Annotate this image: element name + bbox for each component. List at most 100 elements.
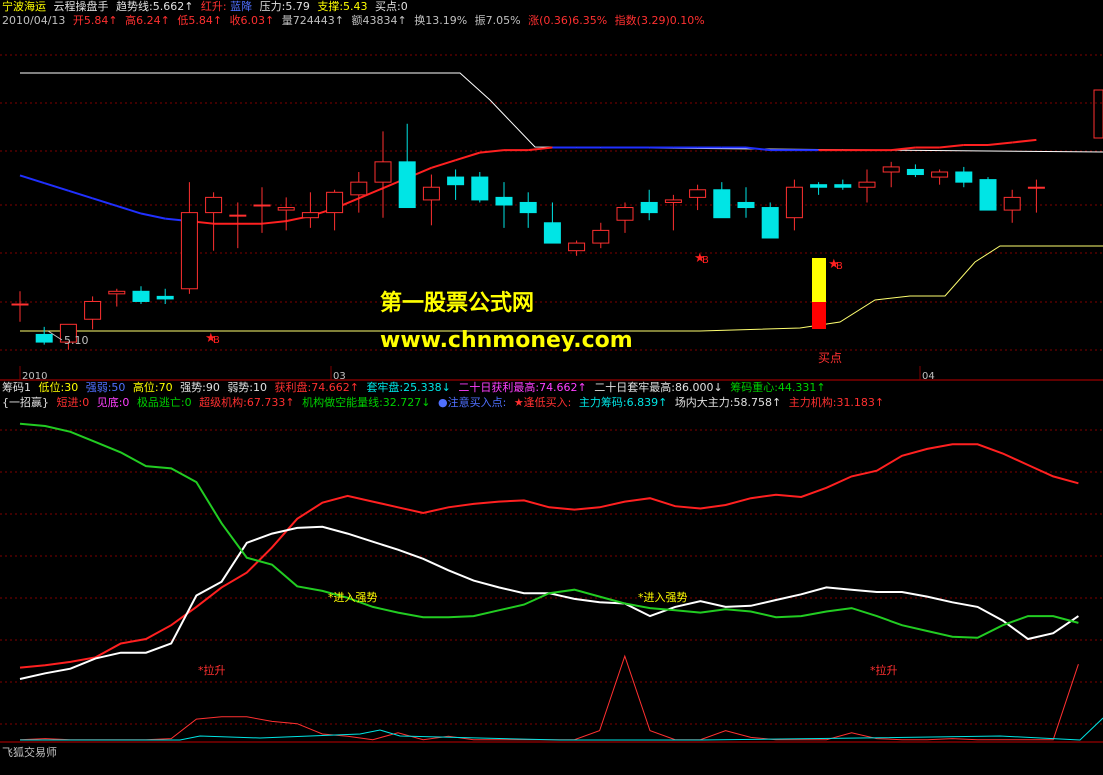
chips-max-profit: 二十日获利最高:74.662↑	[458, 381, 587, 394]
quote-change: 涨(0.36)6.35%	[528, 14, 608, 27]
trend-segment	[116, 204, 142, 215]
indicator-line	[19, 654, 1079, 741]
indicator-line	[19, 443, 1079, 669]
quote-turnover: 换13.19%	[414, 14, 468, 27]
stock-name[interactable]: 宁波海运	[2, 0, 46, 13]
main-chips: 主力筹码:6.839↑	[578, 396, 668, 409]
quote-date: 2010/04/13	[2, 14, 66, 27]
indicator-line	[19, 525, 1079, 680]
candle-body	[713, 189, 731, 219]
candle-body	[277, 207, 295, 211]
candle-body	[810, 184, 828, 188]
candle-body	[906, 168, 924, 176]
buy-star-label: B	[213, 335, 220, 346]
trend-segment	[140, 212, 166, 220]
edge-candle	[1093, 89, 1103, 139]
main-grid	[0, 54, 1103, 351]
header-bar: 宁波海运 云程操盘手 趋势线:5.662↑ 红升: 蓝降 压力:5.79 支撑:…	[2, 0, 412, 14]
candle-body	[205, 196, 223, 214]
quote-close: 收6.03↑	[229, 14, 275, 27]
chips-max-trapped: 二十日套牢最高:86.000↓	[594, 381, 723, 394]
candle-body	[374, 161, 392, 183]
support-value: 支撑:5.43	[317, 0, 368, 13]
candle-body	[253, 204, 271, 207]
indicator-line	[19, 422, 1079, 639]
chips-bar: 筹码1 低位:30 强弱:50 高位:70 强势:90 弱势:10 获利盘:74…	[2, 381, 830, 395]
trend-segment	[891, 146, 916, 152]
candle-body	[882, 166, 900, 173]
see-bottom: 见底:0	[96, 396, 130, 409]
red-rise-label: 红升:	[200, 0, 227, 13]
chips-strong: 强势:90	[180, 381, 220, 394]
candle-body	[834, 184, 852, 188]
x-tick-label: 04	[922, 371, 935, 382]
quote-open: 开5.84↑	[72, 14, 118, 27]
candle-body	[326, 191, 344, 214]
chips-low: 低位:30	[38, 381, 79, 394]
candle-body	[543, 222, 561, 244]
candle-body	[616, 207, 634, 221]
candle-body	[447, 176, 465, 186]
candle-body	[229, 214, 247, 217]
candle-body	[979, 179, 997, 211]
trend-segment	[745, 146, 771, 152]
chips-trapped: 套牢盘:25.338↓	[366, 381, 451, 394]
indicator-annotation: *拉升	[198, 663, 226, 677]
buy-point-label: 买点	[818, 351, 842, 365]
candle-body	[471, 176, 489, 201]
main-inst: 主力机构:31.183↑	[788, 396, 885, 409]
quote-index: 指数(3.29)0.10%	[614, 14, 705, 27]
candle-body	[785, 186, 803, 219]
watermark-title: 第一股票公式网	[380, 291, 535, 316]
chips-label[interactable]: 筹码1	[2, 381, 31, 394]
watermark-url: www.chnmoney.com	[380, 328, 633, 353]
candle-body	[592, 229, 610, 244]
pressure-value: 压力:5.79	[259, 0, 310, 13]
chips-center: 筹码重心:44.331↑	[730, 381, 826, 394]
trend-segment	[261, 220, 287, 225]
candle-body	[737, 201, 755, 209]
candle-body	[640, 201, 658, 214]
main-annotations: 买点★B★B ★B5.10	[47, 89, 1103, 365]
indicator-series	[19, 422, 1103, 741]
inst-short: 机构做空能量线:32.727↓	[302, 396, 431, 409]
candle-body	[180, 212, 198, 290]
indicator-bar: {一招赢} 短进:0 见底:0 极品逃亡:0 超级机构:67.733↑ 机构做空…	[2, 396, 888, 410]
candle-body	[301, 212, 319, 219]
buy-star-label: B	[836, 261, 843, 272]
buy-bar-lower	[812, 302, 826, 329]
candle-body	[398, 161, 416, 209]
candle-body	[495, 196, 513, 206]
candle-body	[11, 303, 29, 306]
panel-name: 云程操盘手	[53, 0, 109, 13]
indicator-grid	[0, 429, 1103, 725]
candle-body	[350, 181, 368, 196]
low-buy: ★逢低买入:	[513, 396, 572, 409]
candle-body	[84, 300, 102, 320]
indicator-label[interactable]: {一招赢}	[2, 396, 49, 409]
quote-low: 低5.84↑	[177, 14, 223, 27]
blue-fall-label: 蓝降	[230, 0, 253, 13]
trend-segment	[43, 182, 69, 192]
super-inst: 超级机构:67.733↑	[199, 396, 295, 409]
buy-star-label: B	[702, 255, 709, 266]
indicator-annotations: *进入强势 *进入强势 *拉升 *拉升	[198, 591, 898, 677]
app-footer: 飞狐交易师	[2, 746, 57, 759]
candle-body	[664, 199, 682, 203]
candle-body	[931, 171, 949, 178]
buy-bar-upper	[812, 258, 826, 302]
trend-segment	[528, 146, 553, 152]
candle-body	[761, 207, 779, 239]
quote-volume: 量724443↑	[281, 14, 344, 27]
trend-segment	[1012, 138, 1037, 144]
candle-body	[568, 242, 586, 252]
quote-bar: 2010/04/13 开5.84↑ 高6.24↑ 低5.84↑ 收6.03↑ 量…	[2, 14, 709, 28]
quote-amount: 额43834↑	[351, 14, 407, 27]
indicator-annotation: *进入强势	[328, 591, 378, 604]
indicator-annotation: *拉升	[870, 663, 898, 677]
trend-segment	[19, 174, 45, 185]
trend-segment	[68, 189, 93, 200]
buy-point-value: 买点:0	[375, 0, 408, 13]
pressure-line	[20, 72, 1103, 153]
chips-high: 高位:70	[132, 381, 173, 394]
